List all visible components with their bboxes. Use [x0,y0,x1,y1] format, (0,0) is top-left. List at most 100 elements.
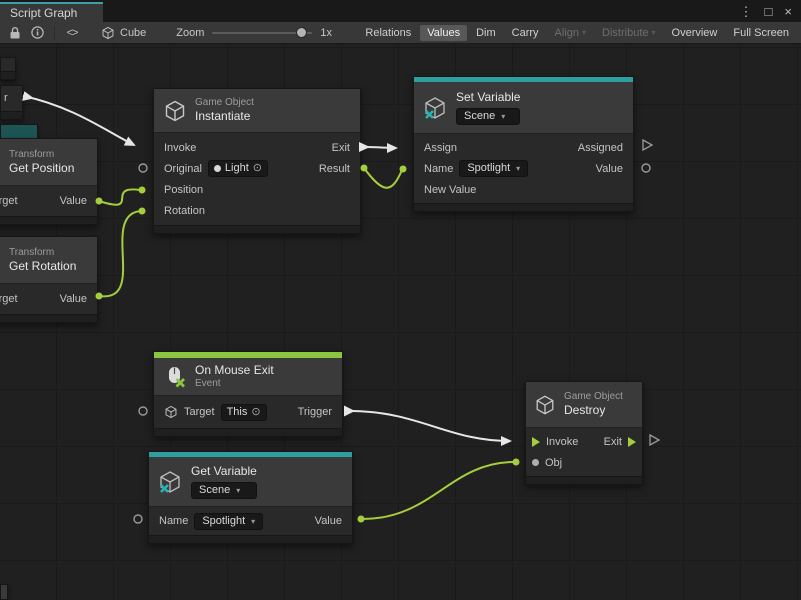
node-get-rotation[interactable]: Transform Get Rotation Target Value [0,236,98,323]
port-rotation-in[interactable] [139,208,146,215]
node-subtitle: Event [195,378,274,390]
port-label-value: Value [60,195,87,207]
carry-button[interactable]: Carry [505,25,546,41]
wire-result-name[interactable] [364,168,402,188]
value-port-icon[interactable] [532,459,539,466]
object-field-this[interactable]: This ⊙ [221,404,267,421]
game-object-icon [163,99,187,123]
node-fragment-entry[interactable]: r [0,85,23,120]
node-header[interactable]: Set Variable Scene ▾ [414,82,633,134]
node-header[interactable]: Game Object Destroy [526,382,642,428]
port-position-in[interactable] [139,187,146,194]
port-label-new-value: New Value [424,184,476,196]
flow-in-arrow-icon[interactable] [532,437,540,447]
full-screen-button[interactable]: Full Screen [726,25,796,41]
node-fragment-top[interactable] [0,57,16,80]
port-mouseexit-target-in[interactable] [139,407,147,415]
port-label-value: Value [596,163,623,175]
tab-bar: Script Graph ⋮ □ × [0,0,801,22]
lock-icon[interactable] [4,23,26,43]
port-getvariable-value[interactable] [358,516,365,523]
object-picker-icon[interactable]: ⊙ [253,162,262,175]
port-result-out[interactable] [361,165,368,172]
close-icon[interactable]: × [784,5,792,18]
object-field-value: This [227,406,248,419]
port-label-name: Name [424,163,453,175]
overview-button[interactable]: Overview [665,25,725,41]
align-button[interactable]: Align ▾ [548,25,593,41]
node-footer [154,225,360,233]
object-field-light[interactable]: Light ⊙ [208,160,268,177]
wire-position[interactable] [99,189,140,204]
port-destroy-exit-out[interactable] [650,435,659,445]
port-trigger-out[interactable] [344,406,355,417]
maximize-icon[interactable]: □ [765,5,773,18]
variable-scope-dropdown[interactable]: Scene ▾ [456,108,520,125]
tab-script-graph[interactable]: Script Graph [0,2,103,22]
window-controls: ⋮ □ × [740,0,801,22]
node-title: Get Variable [191,464,257,479]
node-instantiate[interactable]: Game Object Instantiate Invoke Exit Orig… [153,88,361,234]
node-footer [154,428,342,436]
node-get-variable[interactable]: Get Variable Scene ▾ Name Spotlight ▾ Va… [148,451,353,544]
object-picker-icon[interactable]: ⊙ [251,406,260,419]
node-on-mouse-exit[interactable]: On Mouse Exit Event Target This ⊙ Trigge… [153,351,343,437]
variable-name-dropdown[interactable]: Spotlight ▾ [459,160,528,177]
code-view-icon[interactable]: <> [61,23,83,43]
port-setvar-in[interactable] [400,166,407,173]
flow-out-arrow-icon[interactable] [628,437,636,447]
node-header[interactable]: Get Variable Scene ▾ [149,457,352,507]
port-setvar-value-out[interactable] [642,164,650,172]
port-row: Invoke Exit [154,137,360,158]
node-footer [149,535,352,543]
lock-icon-glyph [9,26,21,40]
variable-icon [157,469,183,495]
node-header[interactable]: Transform Get Rotation [0,237,97,284]
distribute-button[interactable]: Distribute ▾ [595,25,662,41]
node-get-position[interactable]: Transform Get Position Target Value [0,138,98,225]
port-label-target: Target [184,406,215,418]
node-fragment-bottom[interactable] [0,584,8,600]
variable-name-dropdown[interactable]: Spotlight ▾ [194,513,263,530]
port-getvariable-name-in[interactable] [134,515,142,523]
relations-button[interactable]: Relations [358,25,418,41]
menu-icon[interactable]: ⋮ [740,5,753,18]
graph-canvas[interactable]: r Transform Get Position Target Value Tr… [0,44,801,600]
port-original-in[interactable] [139,164,147,172]
zoom-slider-handle[interactable] [296,27,307,38]
wire-trigger-invoke[interactable] [353,411,510,441]
info-icon[interactable] [26,23,48,43]
port-row: Invoke Exit [526,431,642,452]
node-category: Game Object [564,391,623,403]
wire-rotation[interactable] [99,211,140,296]
node-fragment-teal[interactable] [0,124,38,139]
port-label-rotation: Rotation [164,205,205,217]
wire-exit-assign[interactable] [363,147,396,148]
node-footer [414,203,633,211]
node-header[interactable]: On Mouse Exit Event [154,358,342,396]
node-header[interactable]: Game Object Instantiate [154,89,360,133]
node-footer [0,314,97,322]
port-obj-in[interactable] [513,459,520,466]
values-button[interactable]: Values [420,25,467,41]
tab-title: Script Graph [10,6,77,20]
node-category: Transform [9,149,74,161]
graph-target[interactable]: Cube [101,26,146,40]
port-label-target: Target [0,195,18,207]
toolbar-buttons: Relations Values Dim Carry Align ▾ Distr… [357,22,797,43]
zoom-slider[interactable] [212,32,312,34]
port-label-result: Result [319,163,350,175]
node-destroy[interactable]: Game Object Destroy Invoke Exit Obj [525,381,643,485]
align-label: Align [555,27,579,39]
variable-scope-value: Scene [464,110,495,123]
node-footer [0,216,97,224]
port-setvar-assigned-out[interactable] [643,140,652,150]
node-set-variable[interactable]: Set Variable Scene ▾ Assign Assigned Nam… [413,76,634,212]
wire-value-obj[interactable] [361,462,514,519]
node-header[interactable]: Transform Get Position [0,139,97,186]
port-row: Target Value [0,190,97,212]
port-row: Target This ⊙ Trigger [154,401,342,423]
port-row: Obj [526,452,642,473]
variable-scope-dropdown[interactable]: Scene ▾ [191,482,257,499]
dim-button[interactable]: Dim [469,25,503,41]
